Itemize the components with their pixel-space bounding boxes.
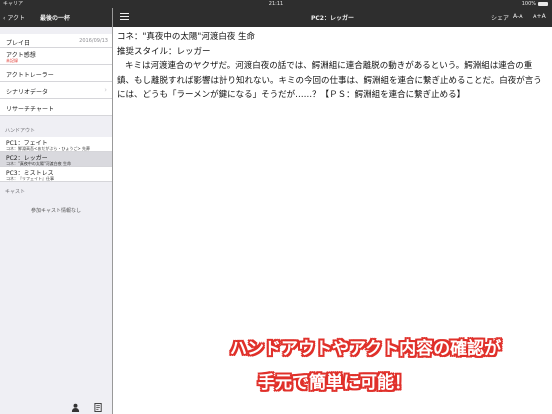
handout-item-pc3[interactable]: PC3：ミストレス コネ：『リフェイト』仕事 xyxy=(0,167,112,182)
handout-connection: コネ：『リフェイト』仕事 xyxy=(6,176,54,181)
share-button[interactable]: シェア xyxy=(491,13,509,22)
sidebar-item-label: アクトトレーラー xyxy=(6,72,54,79)
sidebar-toolbar xyxy=(0,400,112,414)
handout-item-pc1[interactable]: PC1：フェイト コネ：鮮淵高吾<あだがぶら・ひょうご> 先葬 xyxy=(0,137,112,152)
promo-caption-line1: ハンドアウトやアクト内容の確認が xyxy=(230,339,502,359)
battery-icon xyxy=(538,1,548,6)
font-decrease-button[interactable]: A-ᴀ xyxy=(513,13,523,20)
back-label: アクト xyxy=(7,15,26,22)
sidebar-item-label: シナリオデータ xyxy=(6,89,49,96)
document-edit-icon[interactable] xyxy=(94,403,103,412)
page-title: PC2：レッガー xyxy=(311,15,354,22)
promo-caption-line2: 手元で簡単に可能！ xyxy=(258,373,411,393)
back-button[interactable]: ‹ アクト xyxy=(3,13,25,22)
cast-section-header: キャスト xyxy=(5,189,26,195)
sidebar-title: 最後の一杯 xyxy=(40,15,71,22)
handout-section-header: ハンドアウト xyxy=(5,128,36,134)
recommended-style-line: 推奨スタイル：レッガー xyxy=(117,46,211,57)
status-bar: キャリア 21:11 100% xyxy=(0,0,552,8)
act-impression-status: 未記録 xyxy=(6,58,18,63)
act-impression-row[interactable]: アクト感想 未記録 xyxy=(0,48,112,65)
cast-empty-message: 参加キャスト情報なし xyxy=(0,198,112,224)
connection-line: コネ："真夜中の太陽"河渡白夜 生命 xyxy=(117,32,256,42)
clock: 21:11 xyxy=(268,1,284,7)
handout-content: コネ："真夜中の太陽"河渡白夜 生命 推奨スタイル：レッガー キミは河渡連合のヤ… xyxy=(113,27,552,106)
chevron-right-icon: › xyxy=(104,86,107,94)
play-day-label: プレイ日 xyxy=(6,40,31,47)
battery-indicator: 100% xyxy=(522,0,548,8)
sidebar-item-research-chart[interactable]: リサーチチャート xyxy=(0,99,112,116)
handout-body-text: キミは河渡連合のヤクザだ。河渡白夜の話では、鰐淵組に連合離脱の動きがあるという。… xyxy=(117,61,542,100)
sidebar-item-scenario-data[interactable]: シナリオデータ › xyxy=(0,82,112,99)
sidebar: ‹ アクト 最後の一杯 プレイ日 2016/09/13 アクト感想 未記録 アク… xyxy=(0,8,112,414)
handout-item-pc2[interactable]: PC2：レッガー コネ："真夜中の太陽"河渡白夜 生命 xyxy=(0,152,112,167)
font-increase-button[interactable]: ᴀ+A xyxy=(533,13,546,20)
detail-nav-bar: PC2：レッガー シェア A-ᴀ ᴀ+A xyxy=(113,8,552,27)
sidebar-item-label: リサーチチャート xyxy=(6,106,54,113)
play-day-row[interactable]: プレイ日 2016/09/13 xyxy=(0,34,112,48)
play-day-value: 2016/09/13 xyxy=(79,38,108,44)
battery-percent: 100% xyxy=(521,1,536,7)
sidebar-nav-bar: ‹ アクト 最後の一杯 xyxy=(0,8,112,27)
sidebar-item-act-trailer[interactable]: アクトトレーラー xyxy=(0,65,112,82)
person-icon[interactable] xyxy=(71,403,80,412)
